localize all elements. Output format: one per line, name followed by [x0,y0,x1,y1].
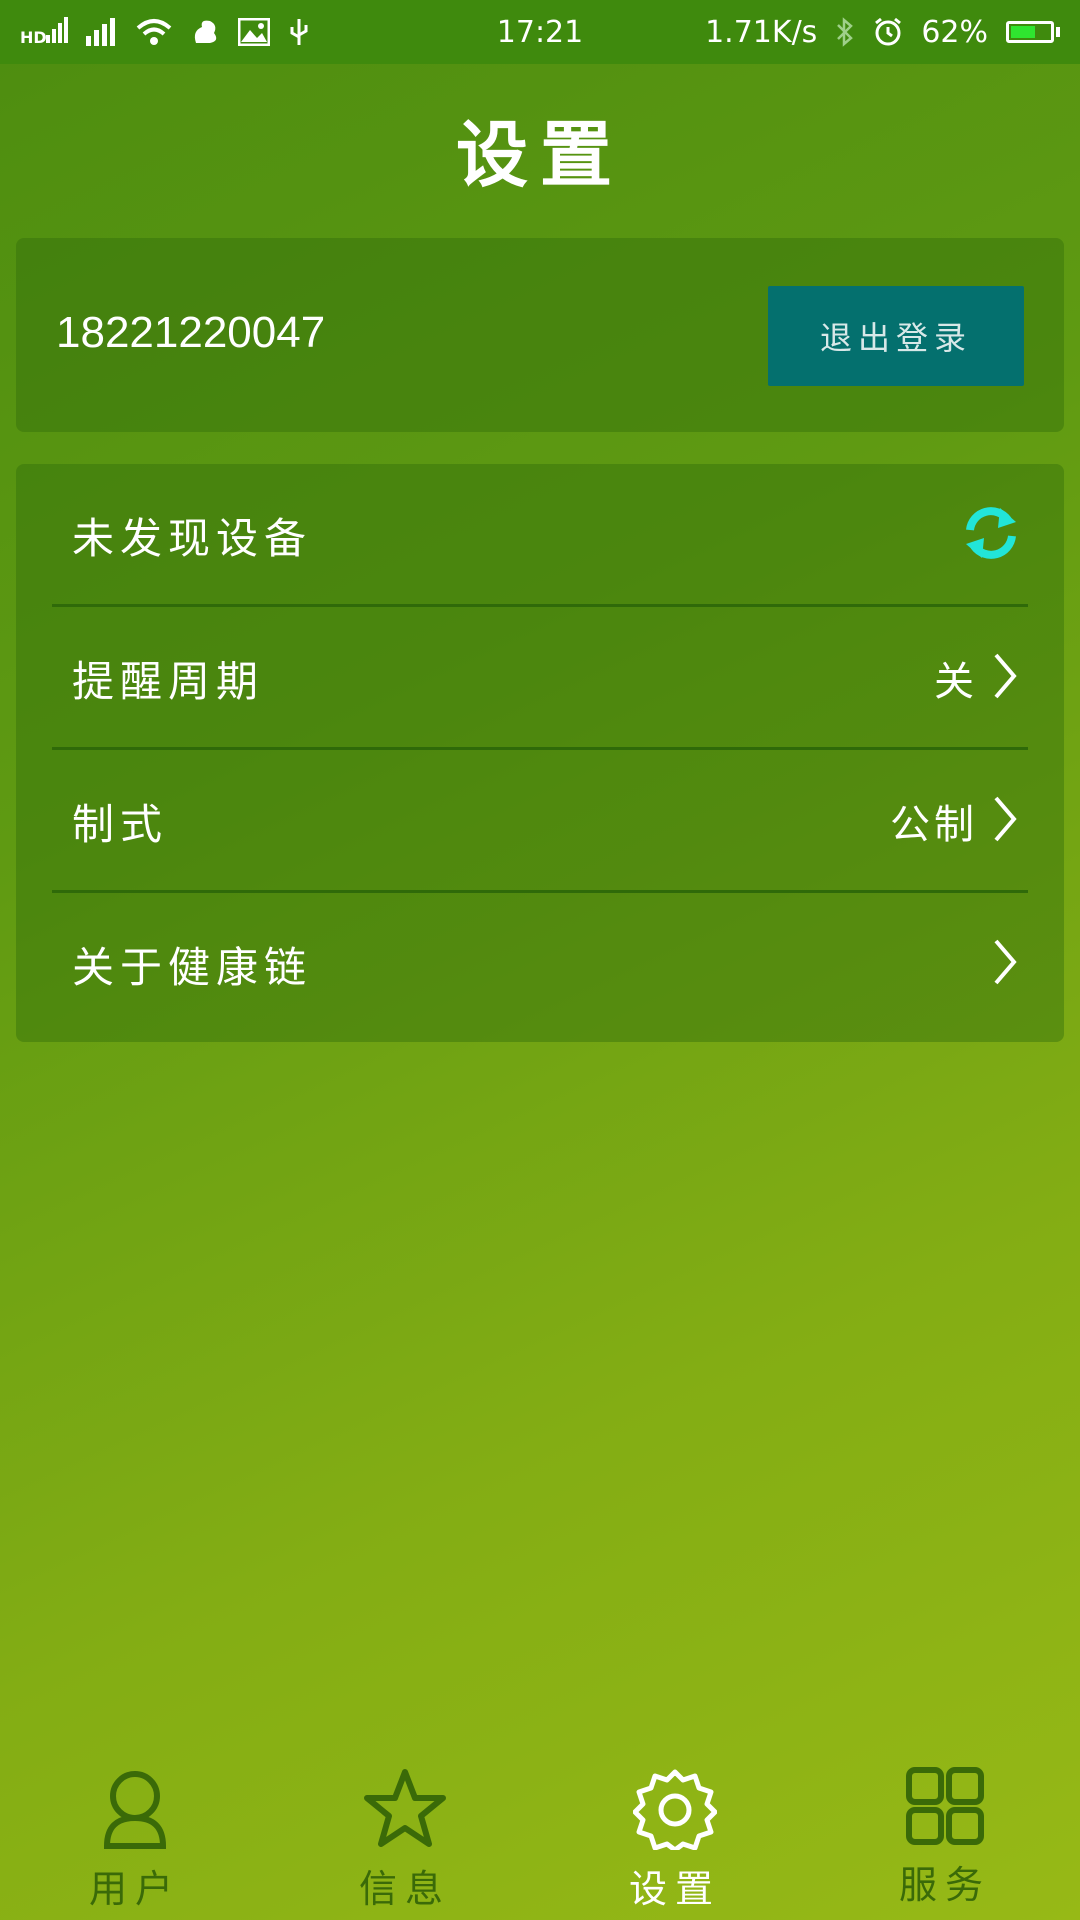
row-label: 制式 [72,799,169,849]
row-label: 未发现设备 [72,513,313,563]
battery-percent: 62% [921,14,988,50]
settings-list: 未发现设备 提醒周期 关 制式 公制 关于健康链 [16,464,1064,1042]
account-phone: 18221220047 [56,308,326,357]
bluetooth-icon [835,17,855,47]
alarm-icon [873,17,903,47]
svg-text:HD: HD [20,28,47,47]
usb-icon [288,17,310,47]
nav-item-user[interactable]: 用户 [0,1750,270,1920]
page-title: 设置 [455,112,624,197]
row-right: 关 [934,649,1028,707]
chevron-right-icon [990,937,1020,991]
image-icon [238,18,270,46]
network-speed: 1.71K/s [705,14,818,50]
settings-row-device[interactable]: 未发现设备 [52,464,1028,606]
settings-row-about[interactable]: 关于健康链 [52,893,1028,1035]
account-card: 18221220047 退出登录 [16,238,1064,432]
settings-row-reminder[interactable]: 提醒周期 关 [52,607,1028,749]
signal-icon [86,18,118,46]
nav-item-settings[interactable]: 设置 [540,1750,810,1920]
row-label: 关于健康链 [72,942,313,992]
nav-label: 用户 [88,1867,181,1911]
gear-icon [632,1766,718,1854]
nav-label: 信息 [358,1867,451,1911]
star-icon [363,1766,447,1854]
nav-label: 服务 [898,1863,991,1907]
battery-icon [1006,21,1060,43]
status-left-icons: HD [20,17,310,47]
user-icon [95,1766,175,1854]
nav-item-info[interactable]: 信息 [270,1750,540,1920]
squirrel-app-icon [190,17,220,47]
chevron-right-icon [990,794,1020,848]
bottom-nav: 用户 信息 设置 服务 [0,1750,1080,1920]
row-label: 提醒周期 [72,656,265,706]
row-value: 公制 [890,802,978,848]
nav-item-service[interactable]: 服务 [810,1750,1080,1920]
row-right [990,937,1028,991]
chevron-right-icon [990,651,1020,705]
hd-signal-icon: HD [20,17,68,47]
row-right [962,504,1028,566]
refresh-icon[interactable] [962,504,1020,566]
grid-icon [905,1766,985,1850]
wifi-icon [136,18,172,46]
settings-row-unit[interactable]: 制式 公制 [52,750,1028,892]
row-right: 公制 [890,792,1028,850]
status-bar: HD 17:21 1.71K/s 62% [0,0,1080,64]
battery-fill [1011,26,1035,38]
row-value: 关 [934,659,978,705]
logout-button[interactable]: 退出登录 [768,286,1024,386]
status-right-icons: 1.71K/s 62% [705,15,1060,50]
nav-label: 设置 [628,1867,721,1911]
